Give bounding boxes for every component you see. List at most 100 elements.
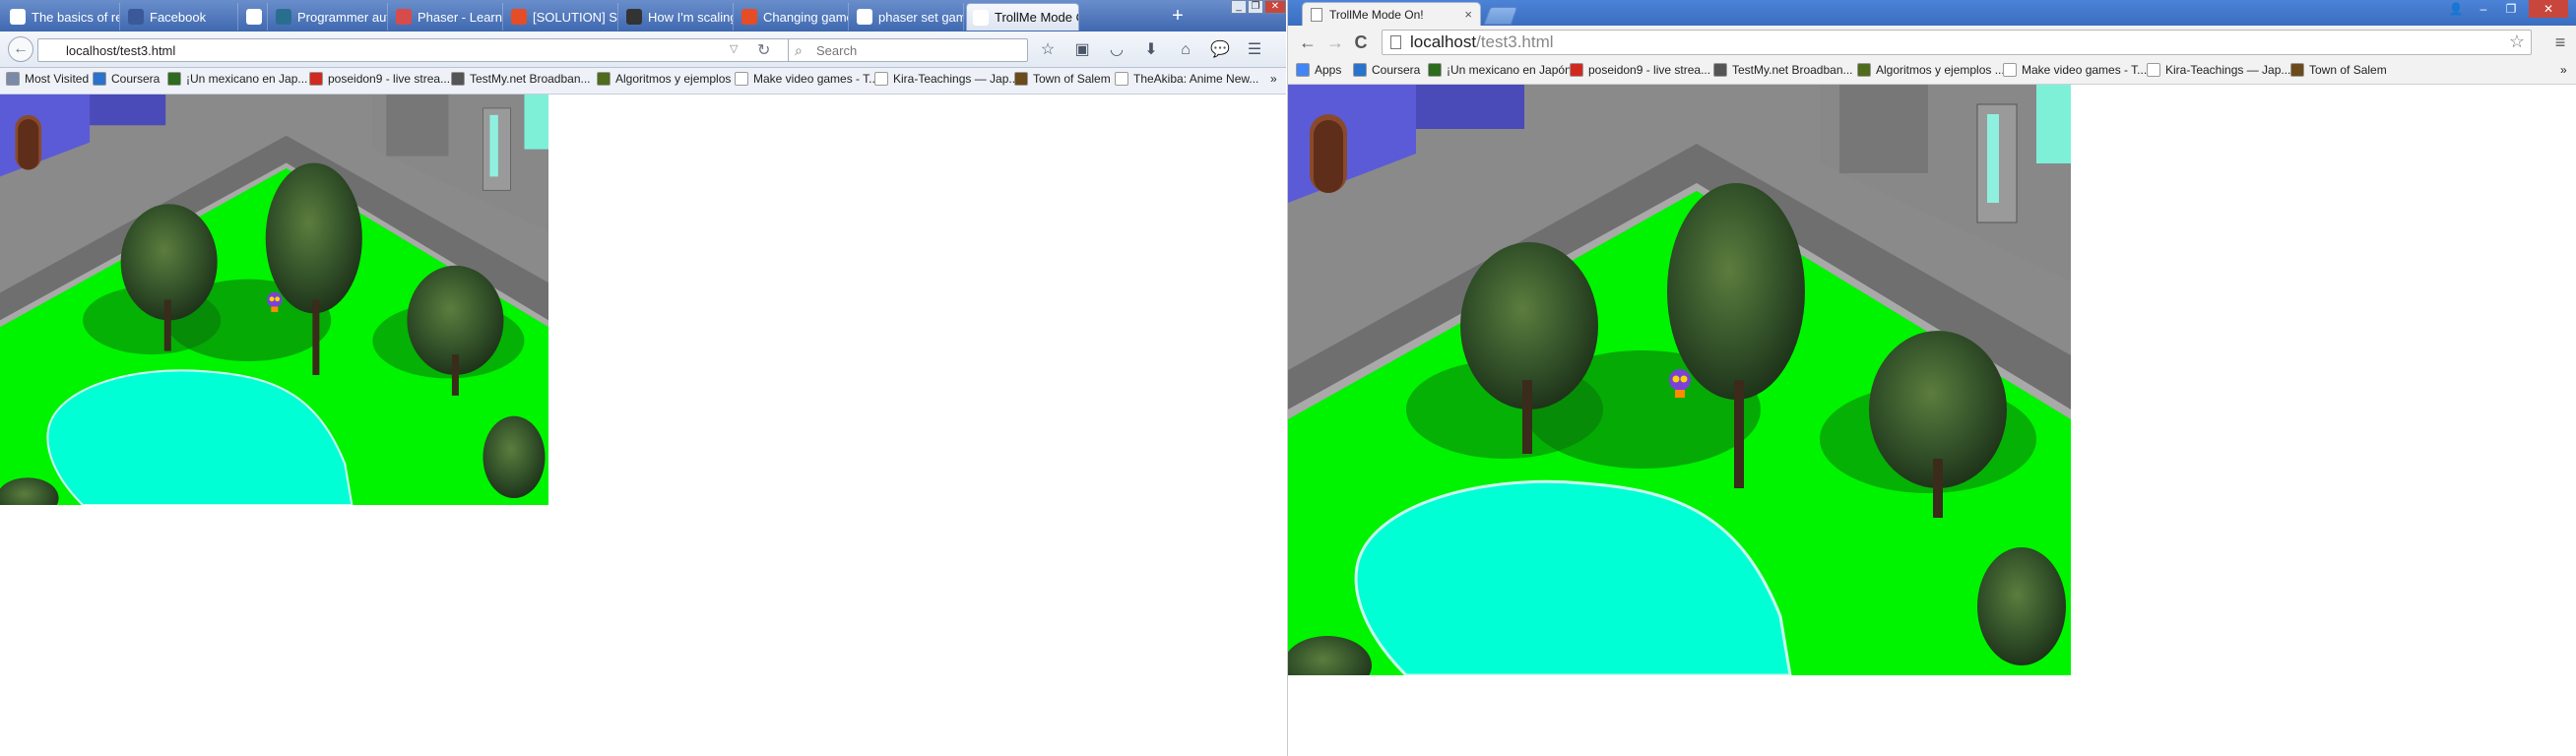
- bookmark-item[interactable]: poseidon9 - live strea...: [1570, 63, 1710, 77]
- firefox-tab-strip: The basics of respon... Facebook Programme…: [0, 0, 1286, 32]
- bookmark-item[interactable]: Algoritmos y ejemplos ...: [597, 72, 744, 86]
- reload-icon[interactable]: ↻: [757, 40, 770, 60]
- tab-5[interactable]: [SOLUTION] Sca...: [505, 3, 618, 31]
- game-canvas[interactable]: [0, 94, 548, 505]
- back-button[interactable]: ←: [8, 36, 33, 62]
- close-button[interactable]: ✕: [2529, 0, 2568, 18]
- user-icon[interactable]: 👤: [2443, 0, 2469, 18]
- bookmark-item[interactable]: Apps: [1296, 63, 1341, 77]
- tab-7[interactable]: Changing game ...: [736, 3, 849, 31]
- bookmark-item[interactable]: Make video games - T...: [2003, 63, 2147, 77]
- bookmark-label: TestMy.net Broadban...: [1732, 63, 1853, 77]
- bookmark-label: Kira-Teachings — Jap...: [893, 72, 1019, 86]
- bookmark-item[interactable]: Kira-Teachings — Jap...: [874, 72, 1018, 86]
- bookmarks-overflow-icon[interactable]: »: [2560, 63, 2567, 77]
- menu-icon[interactable]: ☰: [1243, 39, 1266, 61]
- bookmark-label: Most Visited: [25, 72, 90, 86]
- bookmark-favicon-icon: [1014, 72, 1028, 86]
- back-button[interactable]: ←: [1296, 31, 1320, 54]
- speaker-icon: [246, 9, 262, 25]
- search-input[interactable]: [814, 42, 1015, 59]
- tab-2[interactable]: [240, 3, 268, 31]
- tab-label: Changing game ...: [763, 9, 848, 25]
- bookmark-item[interactable]: ¡Un mexicano en Japón!: [1428, 63, 1575, 77]
- bookmark-label: Kira-Teachings — Jap...: [2165, 63, 2291, 77]
- bookmark-favicon-icon: [1570, 63, 1583, 77]
- bookmark-favicon-icon: [2147, 63, 2160, 77]
- bookmark-favicon-icon: [1857, 63, 1871, 77]
- new-tab-button[interactable]: [1483, 7, 1518, 25]
- url-path: /test3.html: [1476, 32, 1554, 51]
- game-scene: [1288, 85, 2071, 675]
- bookmark-favicon-icon: [735, 72, 748, 86]
- phaser-icon: [396, 9, 412, 25]
- bookmark-item[interactable]: Coursera: [1353, 63, 1420, 77]
- bookmark-favicon-icon: [1428, 63, 1442, 77]
- bookmark-label: Town of Salem: [1033, 72, 1111, 86]
- tab-4[interactable]: Phaser - Learn - ...: [390, 3, 503, 31]
- bookmark-item[interactable]: TestMy.net Broadban...: [1713, 63, 1853, 77]
- page-info-icon[interactable]: [1390, 35, 1401, 49]
- search-box[interactable]: ⌕: [788, 38, 1028, 62]
- bookmark-item[interactable]: TestMy.net Broadban...: [451, 72, 591, 86]
- address-bar[interactable]: localhost/test3.html ▽ ↻: [37, 38, 796, 62]
- tab-3[interactable]: Programmer aut...: [270, 3, 388, 31]
- menu-icon[interactable]: ≡: [2548, 31, 2572, 54]
- bookmark-label: Coursera: [1372, 63, 1421, 77]
- tab-close-icon[interactable]: ×: [1464, 7, 1472, 22]
- github-icon: [626, 9, 642, 25]
- bookmark-item[interactable]: Town of Salem: [2290, 63, 2387, 77]
- restore-button[interactable]: ❐: [2498, 0, 2524, 18]
- download-icon[interactable]: ⬇: [1139, 39, 1163, 61]
- tab-trollme[interactable]: TrollMe Mode On! ×: [1302, 2, 1481, 26]
- tab-1[interactable]: Facebook: [122, 3, 238, 31]
- bookmark-item[interactable]: ¡Un mexicano en Jap...: [167, 72, 307, 86]
- bookmark-item[interactable]: Algoritmos y ejemplos ...: [1857, 63, 2005, 77]
- bookmark-item[interactable]: Town of Salem: [1014, 72, 1111, 86]
- tab-label: [SOLUTION] Sca...: [533, 9, 617, 25]
- bookmark-item[interactable]: Coursera: [93, 72, 160, 86]
- facebook-icon: [128, 9, 144, 25]
- bookmark-item[interactable]: poseidon9 - live strea...: [309, 72, 450, 86]
- bookmark-favicon-icon: [451, 72, 465, 86]
- game-canvas[interactable]: [1288, 85, 2071, 675]
- home-icon[interactable]: ⌂: [1174, 39, 1197, 61]
- pocket-icon[interactable]: ◡: [1105, 39, 1128, 61]
- tab-label: The basics of respon...: [32, 9, 119, 25]
- forward-button[interactable]: →: [1323, 31, 1347, 54]
- game-scene: [0, 94, 548, 505]
- close-button[interactable]: ✕: [1264, 0, 1286, 14]
- restore-button[interactable]: ❐: [1248, 0, 1263, 14]
- firefox-navigation-bar: ← localhost/test3.html ▽ ↻ ⌕ ☆ ▣ ◡ ⬇ ⌂ 💬 ☰: [0, 32, 1286, 68]
- bookmark-item[interactable]: Make video games - T...: [735, 72, 878, 86]
- tab-8[interactable]: phaser set game...: [851, 3, 964, 31]
- chrome-tab-strip: TrollMe Mode On! × 👤 – ❐ ✕: [1288, 0, 2576, 26]
- url-history-dropdown-icon[interactable]: ▽: [730, 42, 738, 55]
- bookmark-star-icon[interactable]: ☆: [1036, 39, 1060, 61]
- bookmark-favicon-icon: [309, 72, 323, 86]
- omnibox[interactable]: localhost/test3.html ☆: [1382, 30, 2532, 55]
- tab-label: Facebook: [150, 9, 207, 25]
- tab-title: TrollMe Mode On!: [1329, 7, 1424, 22]
- bookmark-item[interactable]: Kira-Teachings — Jap...: [2147, 63, 2290, 77]
- chat-icon[interactable]: 💬: [1208, 39, 1232, 61]
- bookmark-item[interactable]: TheAkiba: Anime New...: [1115, 72, 1258, 86]
- bookmark-label: TheAkiba: Anime New...: [1133, 72, 1259, 86]
- new-tab-button[interactable]: +: [1166, 5, 1190, 27]
- page-icon: [1311, 7, 1322, 22]
- url-text: localhost/test3.html: [66, 43, 176, 58]
- reload-button[interactable]: C: [1349, 31, 1373, 54]
- tab-0[interactable]: The basics of respon...: [4, 3, 120, 31]
- bookmark-favicon-icon: [2003, 63, 2017, 77]
- bookmark-label: Town of Salem: [2309, 63, 2387, 77]
- bookmark-star-icon[interactable]: ☆: [2509, 32, 2525, 52]
- tab-9[interactable]: TrollMe Mode On!: [966, 3, 1079, 31]
- bookmarks-overflow-icon[interactable]: »: [1270, 72, 1277, 86]
- bookmark-favicon-icon: [93, 72, 106, 86]
- tab-6[interactable]: How I'm scaling ...: [620, 3, 734, 31]
- bookmark-label: Coursera: [111, 72, 161, 86]
- reading-list-icon[interactable]: ▣: [1070, 39, 1094, 61]
- bookmark-item[interactable]: Most Visited: [6, 72, 89, 86]
- minimize-button[interactable]: –: [2471, 0, 2496, 18]
- minimize-button[interactable]: _: [1231, 0, 1247, 14]
